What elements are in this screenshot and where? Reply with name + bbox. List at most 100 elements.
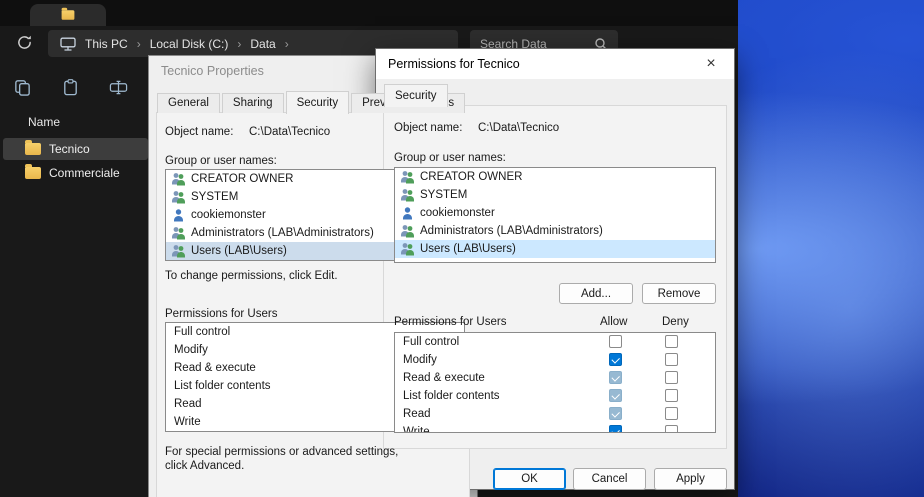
permission-name: Read & execute — [174, 362, 256, 374]
breadcrumb-item-data[interactable]: Data — [250, 37, 275, 51]
group-list-item[interactable]: cookiemonster — [395, 204, 715, 222]
folder-item-commerciale[interactable]: Commerciale — [3, 162, 148, 184]
allow-checkbox — [609, 389, 622, 402]
ok-button[interactable]: OK — [493, 468, 566, 490]
user-icon — [400, 206, 415, 220]
group-name: Users (LAB\Users) — [420, 243, 516, 255]
permission-row: Read — [395, 405, 715, 423]
group-icon — [400, 224, 415, 238]
tab-general[interactable]: General — [157, 93, 220, 113]
allow-checkbox[interactable] — [609, 335, 622, 348]
group-name: Administrators (LAB\Administrators) — [191, 227, 374, 239]
user-icon — [171, 208, 186, 222]
group-icon — [400, 188, 415, 202]
object-name-value: C:\Data\Tecnico — [478, 122, 559, 134]
permission-name: Modify — [174, 344, 208, 356]
permission-row: Write — [395, 423, 715, 433]
this-pc-icon — [60, 37, 76, 51]
permissions-label: Permissions for Users — [165, 308, 277, 320]
refresh-button[interactable] — [13, 31, 35, 53]
close-icon[interactable]: × — [700, 53, 722, 75]
deny-checkbox[interactable] — [665, 407, 678, 420]
name-column-header[interactable]: Name — [28, 115, 60, 129]
remove-button[interactable]: Remove — [642, 283, 716, 304]
explorer-tab[interactable] — [30, 4, 106, 26]
permission-name: List folder contents — [403, 390, 500, 402]
tab-security[interactable]: Security — [286, 91, 350, 114]
deny-checkbox[interactable] — [665, 371, 678, 384]
object-name-label: Object name: — [394, 122, 462, 134]
group-names-label: Group or user names: — [165, 155, 277, 167]
paste-button[interactable] — [59, 76, 81, 98]
chevron-right-icon[interactable]: › — [237, 37, 241, 51]
folder-item-tecnico[interactable]: Tecnico — [3, 138, 148, 160]
folder-icon — [25, 143, 41, 155]
folder-label: Tecnico — [49, 142, 90, 156]
allow-column-header: Allow — [600, 316, 627, 328]
group-names-label: Group or user names: — [394, 152, 506, 164]
edit-hint: To change permissions, click Edit. — [165, 270, 338, 282]
apply-button[interactable]: Apply — [654, 468, 727, 490]
allow-checkbox — [609, 407, 622, 420]
permission-name: Read — [174, 398, 202, 410]
permissions-checkbox-list: Full control Modify Read & execute List … — [394, 332, 716, 433]
breadcrumb-item-local-disk[interactable]: Local Disk (C:) — [150, 37, 229, 51]
permission-row: Full control — [395, 333, 715, 351]
permission-name: Modify — [403, 354, 437, 366]
group-icon — [171, 190, 186, 204]
copy-button[interactable] — [11, 76, 33, 98]
allow-checkbox[interactable] — [609, 353, 622, 366]
group-name: cookiemonster — [191, 209, 266, 221]
deny-checkbox[interactable] — [665, 353, 678, 366]
permissions-for-label: Permissions for Users — [394, 316, 506, 328]
allow-checkbox[interactable] — [609, 425, 622, 433]
object-name-label: Object name: — [165, 126, 233, 138]
refresh-icon — [16, 34, 33, 51]
group-list-item-selected[interactable]: Users (LAB\Users) — [395, 240, 715, 258]
chevron-right-icon[interactable]: › — [137, 37, 141, 51]
group-list-item[interactable]: Administrators (LAB\Administrators) — [395, 222, 715, 240]
group-name: CREATOR OWNER — [420, 171, 522, 183]
allow-checkbox — [609, 371, 622, 384]
deny-checkbox[interactable] — [665, 425, 678, 433]
permission-name: Read — [403, 408, 431, 420]
desktop: This PC › Local Disk (C:) › Data › Searc… — [0, 0, 924, 497]
group-icon — [171, 226, 186, 240]
permissions-dialog-titlebar[interactable]: Permissions for Tecnico × — [376, 49, 734, 79]
group-icon — [171, 244, 186, 258]
advanced-hint-line1: For special permissions or advanced sett… — [165, 446, 398, 458]
tab-security[interactable]: Security — [384, 84, 448, 107]
permission-name: Write — [403, 426, 430, 433]
breadcrumb-item-this-pc[interactable]: This PC — [85, 37, 128, 51]
add-button[interactable]: Add... — [559, 283, 633, 304]
group-list-item[interactable]: SYSTEM — [395, 186, 715, 204]
permission-name: List folder contents — [174, 380, 271, 392]
group-icon — [400, 170, 415, 184]
cancel-button[interactable]: Cancel — [573, 468, 646, 490]
explorer-tab-strip — [0, 0, 738, 26]
paste-icon — [61, 78, 80, 97]
group-list-item[interactable]: CREATOR OWNER — [395, 168, 715, 186]
group-name: CREATOR OWNER — [191, 173, 293, 185]
group-icon — [400, 242, 415, 256]
permission-name: Write — [174, 416, 201, 428]
permission-row: Modify — [395, 351, 715, 369]
folder-icon — [25, 167, 41, 179]
chevron-right-icon[interactable]: › — [285, 37, 289, 51]
permissions-tabs: Security — [384, 84, 450, 107]
dialog-title: Tecnico Properties — [161, 64, 264, 78]
permission-name: Read & execute — [403, 372, 485, 384]
permission-row: List folder contents — [395, 387, 715, 405]
deny-checkbox[interactable] — [665, 335, 678, 348]
permission-name: Full control — [174, 326, 230, 338]
advanced-hint-line2: click Advanced. — [165, 460, 244, 472]
group-list: CREATOR OWNER SYSTEM cookiemonster Admin… — [394, 167, 716, 263]
dialog-title: Permissions for Tecnico — [388, 57, 520, 71]
rename-icon — [108, 78, 129, 97]
group-name: Administrators (LAB\Administrators) — [420, 225, 603, 237]
deny-checkbox[interactable] — [665, 389, 678, 402]
group-name: SYSTEM — [420, 189, 467, 201]
copy-icon — [13, 78, 32, 97]
rename-button[interactable] — [107, 76, 129, 98]
tab-sharing[interactable]: Sharing — [222, 93, 284, 113]
